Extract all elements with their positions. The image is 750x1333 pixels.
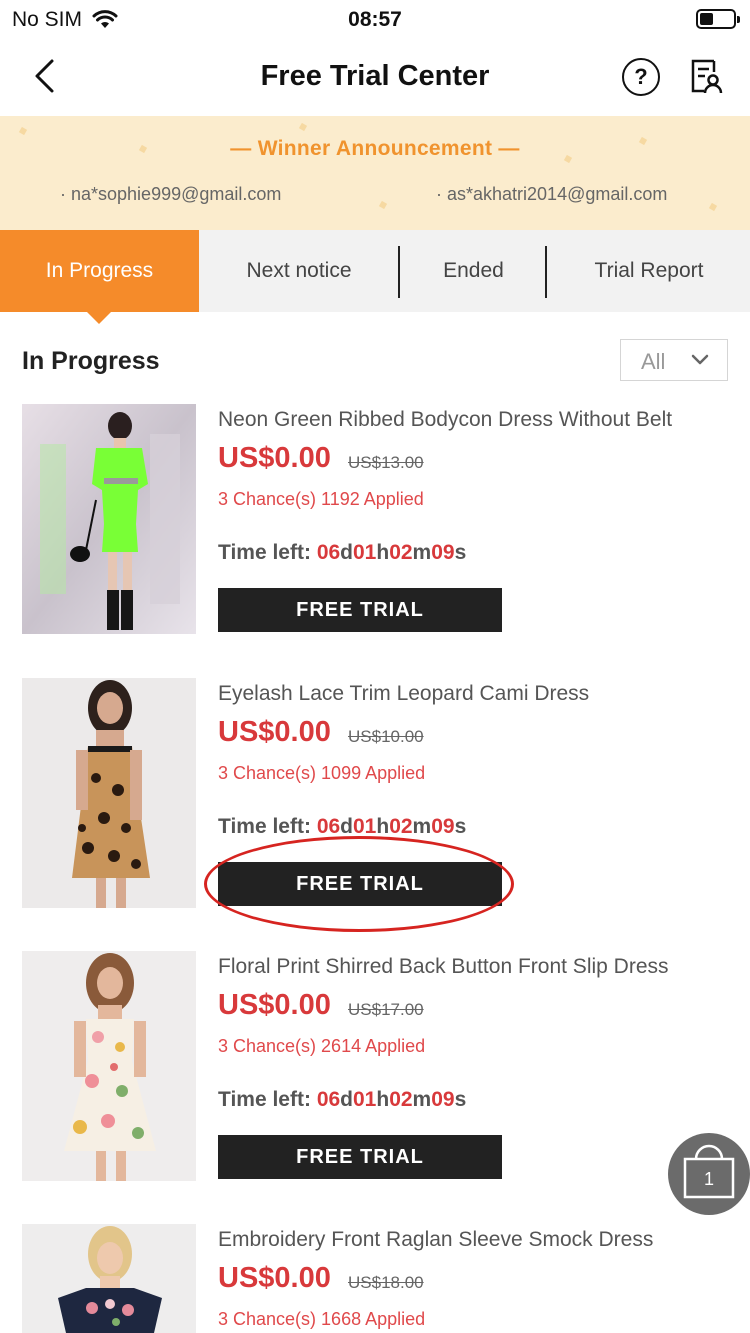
- product-original-price: US$10.00: [348, 727, 424, 746]
- product-card: Floral Print Shirred Back Button Front S…: [0, 951, 750, 1225]
- countdown-seconds-unit: s: [454, 1088, 467, 1111]
- battery-icon: [696, 9, 740, 29]
- product-chances: 3 Chance(s) 1192 Applied: [218, 489, 424, 509]
- product-image[interactable]: [22, 1224, 196, 1333]
- product-chances: 3 Chance(s) 1099 Applied: [218, 763, 426, 783]
- countdown-days: 06: [316, 541, 341, 564]
- active-tab-pointer: [87, 312, 111, 324]
- winner-entry: · as*akhatri2014@gmail.com: [436, 184, 668, 204]
- product-price: US$0.00: [218, 989, 331, 1021]
- product-name[interactable]: Neon Green Ribbed Bodycon Dress Without …: [218, 408, 672, 432]
- free-trial-button[interactable]: FREE TRIAL: [218, 588, 502, 632]
- product-price: US$0.00: [218, 716, 331, 748]
- confetti-decoration: [18, 126, 28, 136]
- chevron-down-icon: [691, 354, 709, 365]
- product-name[interactable]: Embroidery Front Raglan Sleeve Smock Dre…: [218, 1228, 653, 1252]
- product-name[interactable]: Eyelash Lace Trim Leopard Cami Dress: [218, 682, 589, 706]
- tab-next-notice[interactable]: Next notice: [199, 230, 399, 312]
- confetti-decoration: [298, 122, 308, 132]
- countdown-days: 06: [316, 815, 341, 838]
- countdown-hours: 01: [353, 815, 377, 838]
- section-title: In Progress: [22, 347, 160, 375]
- battery-level: [700, 13, 713, 25]
- product-photo: [22, 951, 196, 1181]
- tab-trial-report[interactable]: Trial Report: [548, 230, 750, 312]
- product-original-price: US$17.00: [348, 1000, 424, 1019]
- nav-bar: Free Trial Center ?: [0, 40, 750, 116]
- winner-entry: · na*sophie999@gmail.com: [60, 184, 282, 204]
- winner-announcement-banner: — Winner Announcement — · na*sophie999@g…: [0, 116, 750, 230]
- question-mark-icon: ?: [634, 64, 648, 89]
- product-original-price: US$13.00: [348, 453, 424, 472]
- countdown-seconds: 09: [431, 541, 455, 564]
- cart-count-badge: 1: [703, 1169, 714, 1189]
- countdown-days-unit: d: [340, 1088, 353, 1111]
- product-photo: [22, 1224, 196, 1333]
- countdown-hours-unit: h: [376, 815, 390, 838]
- product-image[interactable]: [22, 951, 196, 1181]
- tab-bar: In Progress Next notice Ended Trial Repo…: [0, 230, 750, 312]
- product-name[interactable]: Floral Print Shirred Back Button Front S…: [218, 955, 669, 979]
- product-price: US$0.00: [218, 442, 331, 474]
- countdown-seconds: 09: [431, 1088, 455, 1111]
- countdown-hours-unit: h: [376, 541, 390, 564]
- free-trial-button[interactable]: FREE TRIAL: [218, 1135, 502, 1179]
- confetti-decoration: [708, 202, 718, 212]
- highlight-annotation: [204, 836, 514, 932]
- product-chances: 3 Chance(s) 1668 Applied: [218, 1309, 426, 1329]
- countdown-minutes: 02: [389, 541, 413, 564]
- countdown-hours: 01: [353, 1088, 377, 1111]
- floating-cart-button[interactable]: 1: [668, 1133, 750, 1215]
- filter-value: All: [641, 349, 666, 374]
- time-left: Time left: 06d01h02m09s: [218, 1088, 466, 1112]
- product-chances: 3 Chance(s) 2614 Applied: [218, 1036, 426, 1056]
- countdown-seconds-unit: s: [454, 815, 467, 838]
- product-card: Embroidery Front Raglan Sleeve Smock Dre…: [0, 1224, 750, 1333]
- time-left-label: Time left:: [218, 1088, 311, 1111]
- countdown-hours-unit: h: [376, 1088, 390, 1111]
- product-image[interactable]: [22, 678, 196, 908]
- product-original-price: US$18.00: [348, 1273, 424, 1292]
- product-image[interactable]: [22, 404, 196, 634]
- tab-in-progress[interactable]: In Progress: [0, 230, 199, 312]
- time-left-label: Time left:: [218, 541, 311, 564]
- countdown-minutes: 02: [389, 815, 413, 838]
- countdown-seconds-unit: s: [454, 541, 467, 564]
- tab-divider: [398, 246, 400, 298]
- product-photo: [22, 404, 196, 634]
- status-bar: No SIM 08:57: [0, 0, 750, 40]
- countdown-minutes: 02: [389, 1088, 413, 1111]
- product-card: Neon Green Ribbed Bodycon Dress Without …: [0, 404, 750, 678]
- tab-divider: [545, 246, 547, 298]
- time-left: Time left: 06d01h02m09s: [218, 541, 466, 565]
- help-button[interactable]: ?: [622, 58, 660, 96]
- countdown-minutes-unit: m: [412, 541, 432, 564]
- status-time: 08:57: [348, 8, 402, 31]
- countdown-days-unit: d: [340, 541, 353, 564]
- confetti-decoration: [378, 200, 388, 210]
- countdown-days: 06: [316, 1088, 341, 1111]
- winner-announcement-title: — Winner Announcement —: [230, 137, 520, 160]
- countdown-minutes-unit: m: [412, 1088, 432, 1111]
- countdown-seconds: 09: [431, 815, 455, 838]
- product-price: US$0.00: [218, 1262, 331, 1294]
- filter-dropdown[interactable]: All: [620, 339, 728, 381]
- product-photo: [22, 678, 196, 908]
- countdown-minutes-unit: m: [412, 815, 432, 838]
- trial-report-button[interactable]: [688, 58, 724, 96]
- countdown-days-unit: d: [340, 815, 353, 838]
- time-left-label: Time left:: [218, 815, 311, 838]
- countdown-hours: 01: [353, 541, 377, 564]
- tab-ended[interactable]: Ended: [401, 230, 546, 312]
- report-user-icon: [691, 59, 723, 94]
